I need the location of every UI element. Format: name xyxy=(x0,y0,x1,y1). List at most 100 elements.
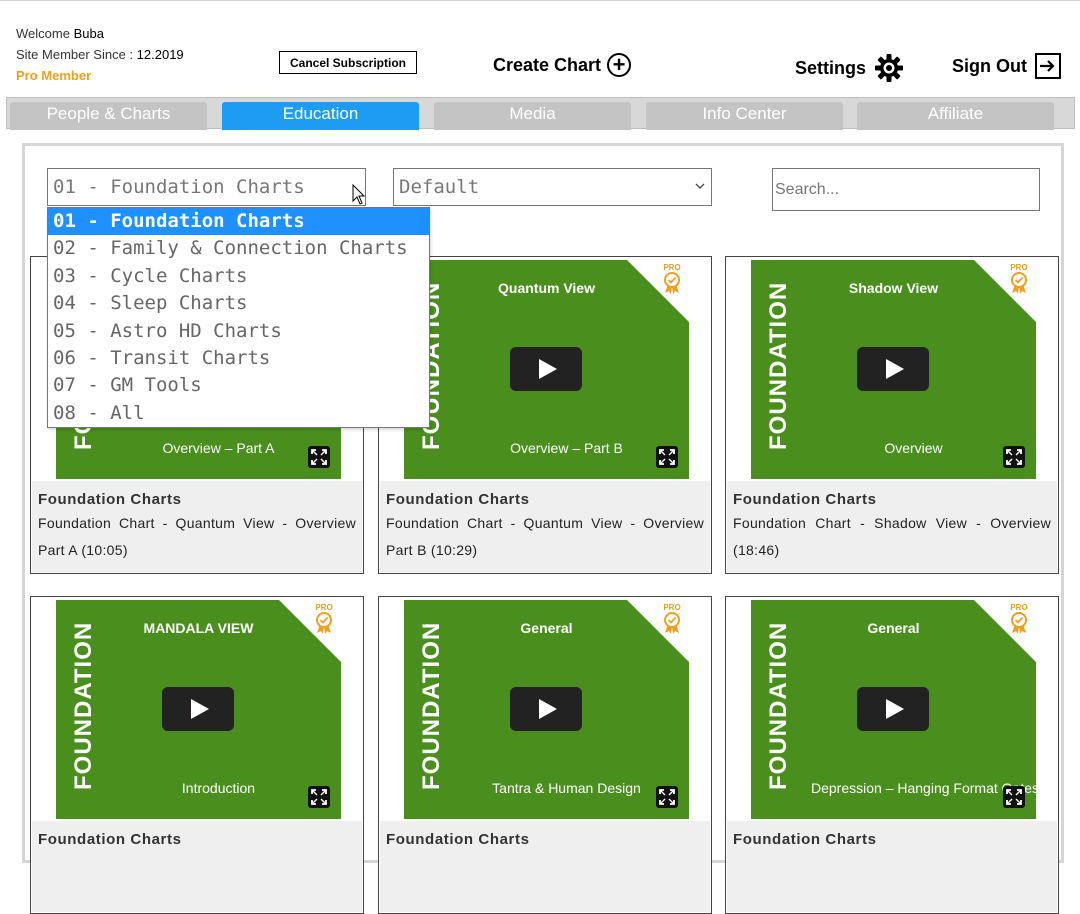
mouse-cursor-icon xyxy=(352,184,366,205)
play-icon xyxy=(886,699,904,719)
category-option[interactable]: 05 - Astro HD Charts xyxy=(48,318,429,345)
video-card[interactable]: FOUNDATION General Depression – Hanging Fo… xyxy=(725,596,1059,914)
fullscreen-button[interactable] xyxy=(308,786,330,808)
play-icon xyxy=(886,359,904,379)
thumbnail-vertical-text: FOUNDATION xyxy=(765,621,792,790)
pro-badge: PRO xyxy=(1007,603,1031,639)
award-ribbon-icon xyxy=(1011,612,1027,634)
video-info: Foundation Charts xyxy=(727,821,1057,912)
video-card[interactable]: FOUNDATION MANDALA VIEW Introduction PRO Fou… xyxy=(30,596,364,914)
video-category: Foundation Charts xyxy=(733,491,877,508)
sort-select-value: Default xyxy=(399,176,480,198)
member-since-label: Site Member Since : xyxy=(16,47,134,62)
pro-badge: PRO xyxy=(1007,263,1031,299)
user-name: Buba xyxy=(73,26,104,41)
video-info: Foundation Charts xyxy=(380,821,710,912)
video-card[interactable]: FOUNDATION General Tantra & Human Design PR… xyxy=(378,596,712,914)
play-button[interactable] xyxy=(510,687,582,731)
pro-badge-label: PRO xyxy=(315,603,333,612)
tab-education[interactable]: Education xyxy=(222,102,419,130)
member-since-value: 12.2019 xyxy=(136,47,184,62)
play-button[interactable] xyxy=(510,347,582,391)
create-chart-button[interactable]: Create Chart + xyxy=(493,53,632,77)
thumbnail-subtitle: Depression – Hanging Format Gates xyxy=(811,780,1036,796)
video-info: Foundation Charts Foundation Chart - Quan… xyxy=(380,481,710,572)
video-description: Foundation Chart - Quantum View - Overvi… xyxy=(38,515,356,558)
expand-icon xyxy=(311,789,327,805)
tab-media[interactable]: Media xyxy=(434,102,631,130)
thumbnail-title: General xyxy=(867,620,920,636)
create-chart-label: Create Chart xyxy=(493,54,602,75)
category-option[interactable]: 01 - Foundation Charts xyxy=(48,208,429,236)
play-button[interactable] xyxy=(857,347,929,391)
category-option[interactable]: 03 - Cycle Charts xyxy=(48,263,429,290)
category-select[interactable]: 01 - Foundation Charts xyxy=(47,168,366,206)
video-description: Foundation Chart - Quantum View - Overvi… xyxy=(386,515,704,558)
category-dropdown-list: 01 - Foundation Charts 02 - Family & Con… xyxy=(47,207,430,428)
search-input[interactable]: Search... xyxy=(772,168,1040,211)
sign-out-icon xyxy=(1035,53,1061,79)
expand-icon xyxy=(1006,449,1022,465)
sort-select[interactable]: Default xyxy=(393,168,712,206)
gear-icon xyxy=(875,54,904,82)
category-option[interactable]: 06 - Transit Charts xyxy=(48,345,429,372)
award-ribbon-icon xyxy=(316,612,332,634)
thumbnail-title: Quantum View xyxy=(498,280,595,296)
expand-icon xyxy=(659,789,675,805)
play-button[interactable] xyxy=(857,687,929,731)
tab-people-charts[interactable]: People & Charts xyxy=(10,102,207,130)
category-select-value: 01 - Foundation Charts xyxy=(53,176,305,198)
pro-badge-label: PRO xyxy=(1010,603,1028,612)
expand-icon xyxy=(311,449,327,465)
video-card[interactable]: FOUNDATION Shadow View Overview PRO Foundati… xyxy=(725,256,1059,574)
membership-label: Pro Member xyxy=(16,68,92,83)
video-thumbnail[interactable]: FOUNDATION General Tantra & Human Design PR… xyxy=(404,600,689,819)
play-button[interactable] xyxy=(162,687,234,731)
category-option[interactable]: 02 - Family & Connection Charts xyxy=(48,235,429,262)
pro-badge: PRO xyxy=(312,603,336,639)
video-category: Foundation Charts xyxy=(386,491,530,508)
thumbnail-subtitle: Tantra & Human Design xyxy=(492,780,641,796)
sign-out-label: Sign Out xyxy=(952,55,1027,76)
chevron-down-icon xyxy=(695,183,705,190)
video-info: Foundation Charts Foundation Chart - Shad… xyxy=(727,481,1057,572)
tab-affiliate[interactable]: Affiliate xyxy=(857,102,1054,130)
fullscreen-button[interactable] xyxy=(308,446,330,468)
sign-out-button[interactable]: Sign Out xyxy=(952,53,1061,79)
category-option[interactable]: 08 - All xyxy=(48,400,429,427)
expand-icon xyxy=(1006,789,1022,805)
category-option[interactable]: 04 - Sleep Charts xyxy=(48,290,429,317)
play-icon xyxy=(539,699,557,719)
thumbnail-vertical-text: FOUNDATION xyxy=(70,621,97,790)
main-tab-bar: People & Charts Education Media Info Cen… xyxy=(6,97,1075,130)
thumbnail-subtitle: Overview – Part B xyxy=(510,440,623,456)
video-thumbnail[interactable]: FOUNDATION Quantum View Overview – Part BP… xyxy=(404,260,689,479)
fullscreen-button[interactable] xyxy=(656,446,678,468)
pro-badge-label: PRO xyxy=(663,263,681,272)
tab-info-center[interactable]: Info Center xyxy=(646,102,843,130)
expand-icon xyxy=(659,449,675,465)
category-option[interactable]: 07 - GM Tools xyxy=(48,372,429,399)
pro-badge: PRO xyxy=(660,263,684,299)
settings-label: Settings xyxy=(795,57,867,78)
video-thumbnail[interactable]: FOUNDATION Shadow View Overview PRO xyxy=(751,260,1036,479)
plus-circle-icon: + xyxy=(607,53,632,77)
fullscreen-button[interactable] xyxy=(1003,786,1025,808)
video-category: Foundation Charts xyxy=(386,831,530,848)
thumbnail-vertical-text: FOUNDATION xyxy=(765,281,792,450)
settings-button[interactable]: Settings xyxy=(795,53,904,83)
video-thumbnail[interactable]: FOUNDATION General Depression – Hanging Fo… xyxy=(751,600,1036,819)
thumbnail-subtitle: Overview – Part A xyxy=(162,440,275,456)
cancel-subscription-button[interactable]: Cancel Subscription xyxy=(279,51,417,74)
thumbnail-title: Shadow View xyxy=(848,280,939,296)
welcome-label: Welcome xyxy=(16,26,70,41)
award-ribbon-icon xyxy=(664,612,680,634)
fullscreen-button[interactable] xyxy=(656,786,678,808)
video-info: Foundation Charts xyxy=(32,821,362,912)
pro-badge-label: PRO xyxy=(1010,263,1028,272)
video-category: Foundation Charts xyxy=(38,491,182,508)
fullscreen-button[interactable] xyxy=(1003,446,1025,468)
thumbnail-title: MANDALA VIEW xyxy=(143,620,254,636)
play-icon xyxy=(539,359,557,379)
video-thumbnail[interactable]: FOUNDATION MANDALA VIEW Introduction PRO xyxy=(56,600,341,819)
